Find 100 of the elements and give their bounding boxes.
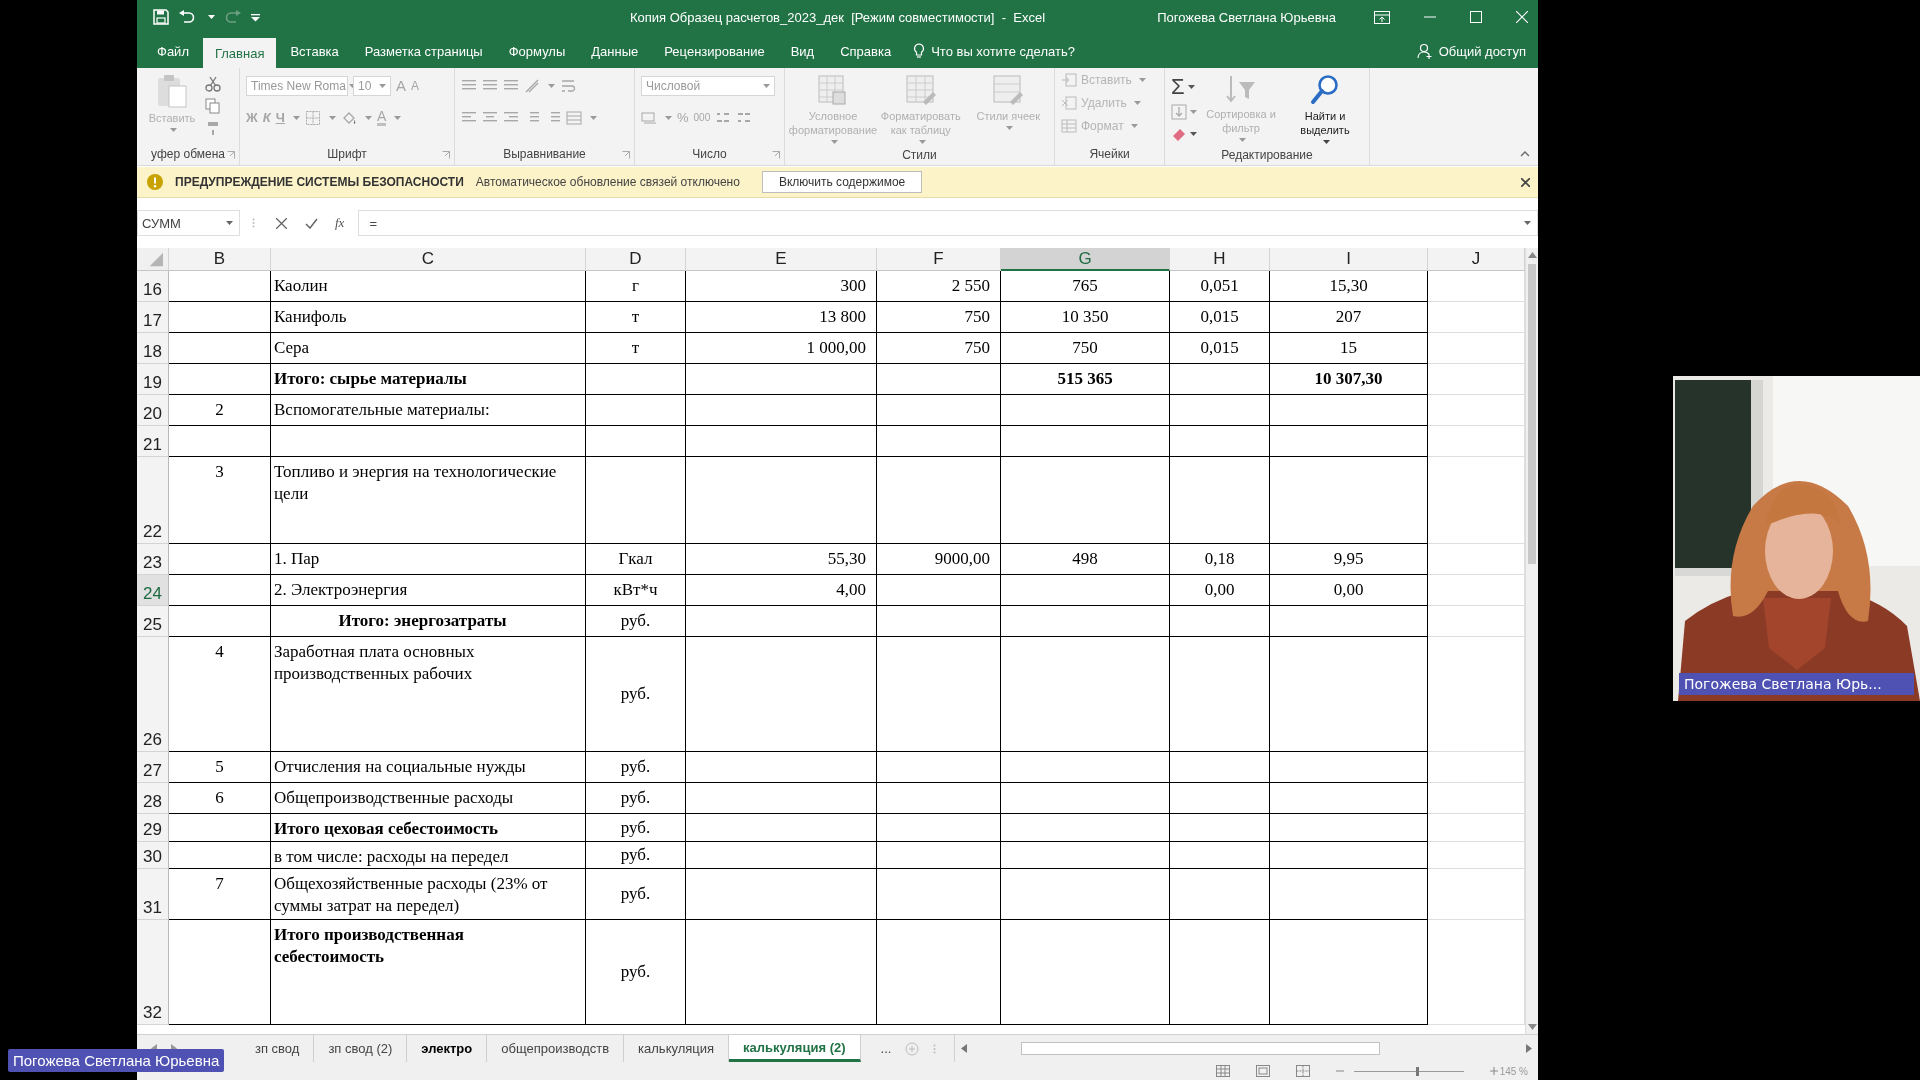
page-break-icon[interactable] <box>1295 1065 1310 1077</box>
column-header[interactable]: D <box>586 248 686 271</box>
row-header[interactable]: 29 <box>137 814 169 842</box>
menu-tab[interactable]: Формулы <box>496 34 578 68</box>
row-header[interactable]: 19 <box>137 364 169 395</box>
row-header[interactable]: 26 <box>137 637 169 752</box>
scroll-down-icon[interactable] <box>1527 1024 1537 1030</box>
table-cell: 750 <box>1001 333 1170 364</box>
row-header[interactable]: 20 <box>137 395 169 426</box>
find-select-button[interactable]: Найти и выделить <box>1285 74 1365 144</box>
row-header[interactable]: 18 <box>137 333 169 364</box>
column-header[interactable]: F <box>877 248 1001 271</box>
wrap-text-icon[interactable] <box>560 78 576 94</box>
accounting-format-icon[interactable] <box>641 110 657 126</box>
table-cell: г <box>586 271 686 302</box>
row-header[interactable]: 21 <box>137 426 169 457</box>
row-header[interactable]: 16 <box>137 271 169 302</box>
column-header[interactable]: G <box>1001 248 1170 271</box>
format-painter-icon[interactable] <box>205 120 221 136</box>
menu-tab[interactable]: Файл <box>145 34 201 68</box>
normal-view-icon[interactable] <box>1215 1065 1230 1077</box>
splitter-icon[interactable] <box>252 218 255 228</box>
scrollbar-thumb[interactable] <box>1528 264 1536 564</box>
cancel-icon[interactable] <box>276 217 287 229</box>
scrollbar-thumb[interactable] <box>1021 1042 1381 1055</box>
dialog-launcher-icon[interactable] <box>442 151 450 159</box>
page-layout-icon[interactable] <box>1255 1065 1270 1077</box>
name-box[interactable]: СУММ <box>137 210 240 236</box>
menu-tab[interactable]: Главная <box>202 38 277 68</box>
merge-cells-icon[interactable] <box>566 110 582 126</box>
autosum-button[interactable]: Σ <box>1171 76 1185 98</box>
maximize-icon[interactable] <box>1470 11 1482 23</box>
row-header[interactable]: 24 <box>137 575 169 606</box>
save-icon[interactable] <box>153 9 169 25</box>
column-header[interactable]: C <box>271 248 586 271</box>
presenter-name: Погожева Светлана Юрьевна <box>8 1049 225 1072</box>
row-header[interactable]: 32 <box>137 920 169 1025</box>
menu-tab[interactable]: Данные <box>579 34 651 68</box>
zoom-slider-thumb[interactable] <box>1415 1066 1419 1076</box>
dialog-launcher-icon[interactable] <box>772 151 780 159</box>
row-header[interactable]: 30 <box>137 842 169 869</box>
sort-filter-icon <box>1225 74 1257 104</box>
scroll-up-icon[interactable] <box>1527 252 1537 258</box>
table-cell: Канифоль <box>271 302 586 333</box>
row-header[interactable]: 31 <box>137 869 169 920</box>
dialog-launcher-icon[interactable] <box>622 151 630 159</box>
zoom-in-icon[interactable] <box>1489 1067 1498 1075</box>
more-sheets-button[interactable]: ... <box>880 1041 892 1056</box>
column-header[interactable]: J <box>1428 248 1525 271</box>
field-value: 10 <box>358 79 373 93</box>
splitter-icon[interactable] <box>933 1043 937 1054</box>
undo-icon[interactable] <box>179 10 195 24</box>
sheet-tab[interactable]: калькуляция (2) <box>729 1035 861 1062</box>
formula-field[interactable]: = <box>358 210 1538 236</box>
row-header[interactable]: 27 <box>137 752 169 783</box>
fill-down-icon[interactable] <box>1171 104 1187 120</box>
add-sheet-icon[interactable] <box>905 1041 920 1056</box>
orientation-icon[interactable] <box>524 78 540 94</box>
table-cell: Топливо и энергия на технологические цели <box>271 457 586 544</box>
ribbon-display-icon[interactable] <box>1374 10 1390 24</box>
scroll-right-icon[interactable] <box>1526 1044 1532 1053</box>
customize-icon[interactable] <box>251 12 260 22</box>
copy-icon[interactable] <box>205 98 221 114</box>
table-cell: 10 307,30 <box>1270 364 1428 395</box>
scroll-left-icon[interactable] <box>961 1044 968 1053</box>
column-header[interactable]: H <box>1170 248 1270 271</box>
scissors-icon[interactable] <box>205 76 221 92</box>
column-header[interactable]: B <box>169 248 271 271</box>
insert-function-button[interactable]: fx <box>335 215 345 231</box>
enable-content-button[interactable]: Включить содержимое <box>761 171 923 193</box>
table-cell: 9,95 <box>1270 544 1428 575</box>
column-header[interactable]: I <box>1270 248 1428 271</box>
row-header[interactable]: 25 <box>137 606 169 637</box>
eraser-icon[interactable] <box>1171 126 1187 142</box>
borders-icon[interactable] <box>304 110 321 126</box>
lightbulb-icon <box>913 43 926 59</box>
table-cell: руб. <box>586 842 686 869</box>
row-header[interactable]: 17 <box>137 302 169 333</box>
menu-tab[interactable]: Вид <box>778 34 827 68</box>
check-icon[interactable] <box>305 217 318 229</box>
zoom-out-icon[interactable] <box>1335 1067 1344 1075</box>
cells-icon <box>1061 72 1077 88</box>
select-all-icon[interactable] <box>137 248 169 271</box>
tell-me-search[interactable]: Что вы хотите сделать? <box>913 34 1075 68</box>
group-label: Шрифт <box>327 147 367 161</box>
menu-tab[interactable]: Разметка страницы <box>352 34 495 68</box>
menu-tab[interactable]: Вставка <box>278 34 351 68</box>
row-header[interactable]: 22 <box>137 457 169 544</box>
table-cell: 9000,00 <box>877 544 1001 575</box>
share-button[interactable]: Общий доступ <box>1416 34 1526 68</box>
close-icon[interactable] <box>1521 177 1530 187</box>
column-header[interactable]: E <box>686 248 877 271</box>
collapse-ribbon-icon[interactable] <box>1520 151 1530 157</box>
row-header[interactable]: 28 <box>137 783 169 814</box>
dialog-launcher-icon[interactable] <box>227 151 235 159</box>
menu-tab[interactable]: Справка <box>828 34 904 68</box>
redo-icon[interactable] <box>225 10 241 24</box>
table-cell: 0,00 <box>1170 575 1270 606</box>
row-header[interactable]: 23 <box>137 544 169 575</box>
menu-tab[interactable]: Рецензирование <box>652 34 777 68</box>
